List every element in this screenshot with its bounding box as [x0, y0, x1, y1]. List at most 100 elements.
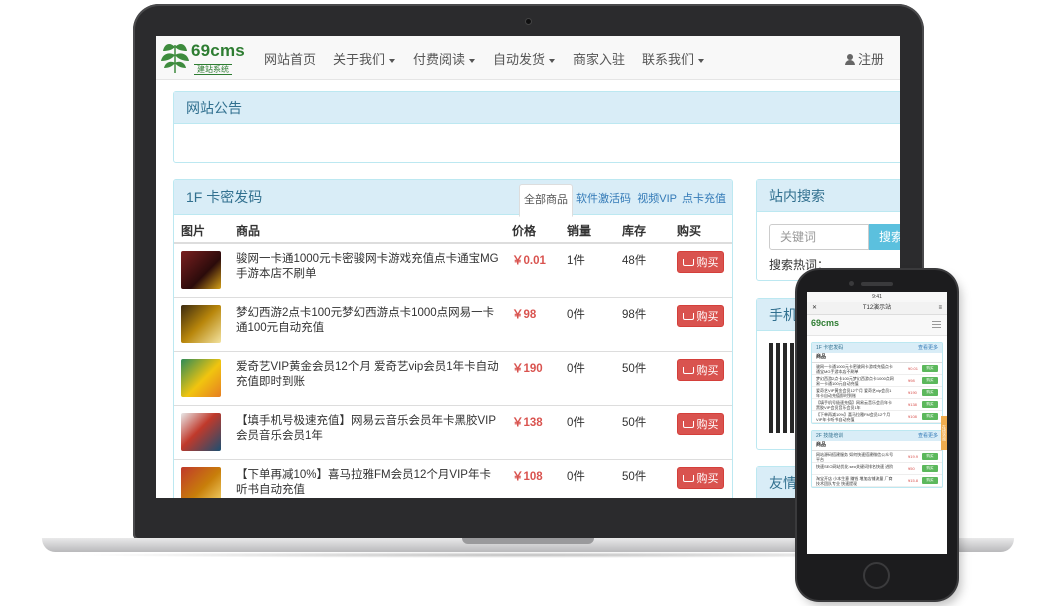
phone-row: 淘宝开店 小本生意 赚钱 增加店铺流量 厂商技术团队专业 快速提现 ¥15.8 购买	[812, 475, 942, 487]
phone-row-price: ¥138	[908, 402, 917, 407]
buy-button[interactable]: 购买	[677, 251, 724, 273]
cart-icon	[682, 313, 694, 320]
product-thumbnail[interactable]	[181, 305, 221, 343]
home-button[interactable]	[863, 562, 890, 589]
phone-row-name[interactable]: 淘宝开店 小本生意 赚钱 增加店铺流量 厂商技术团队专业 快速提现	[816, 476, 894, 486]
caret-down-icon	[469, 58, 476, 63]
search-title: 站内搜索	[757, 180, 900, 212]
phone-buy-button[interactable]: 购买	[922, 377, 938, 384]
buy-label: 购买	[696, 419, 719, 431]
phone-row-name[interactable]: 爱奇艺VIP黄金会员12个月 爱奇艺vip会员1年卡自动充值即时到账	[816, 388, 894, 398]
product-thumbnail[interactable]	[181, 251, 221, 289]
register-link[interactable]: 注册	[845, 49, 884, 68]
nav-auto-delivery[interactable]: 自动发货	[493, 49, 556, 68]
nav-contact[interactable]: 联系我们	[642, 49, 705, 68]
col-product: 商品	[236, 224, 261, 238]
phone-row-name[interactable]: 骏网一卡通1000元卡密骏网卡游戏充值点卡通宝MG手游本店不刷单	[816, 364, 894, 374]
product-sales: 0件	[567, 417, 585, 429]
more-icon[interactable]: ≡	[938, 302, 942, 314]
phone-table-header: 商品	[812, 441, 942, 451]
tab-all[interactable]: 全部商品	[519, 184, 573, 217]
caret-down-icon	[389, 58, 396, 63]
nav-merchant[interactable]: 商家入驻	[573, 49, 625, 68]
phone-row-name[interactable]: 网站源码搭建服务 如何快速搭建微信公众号平台	[816, 452, 894, 462]
nav-label: 自动发货	[493, 52, 546, 67]
buy-button[interactable]: 购买	[677, 467, 724, 489]
table-row: 【下单再减10%】喜马拉雅FM会员12个月VIP年卡听书自动充值 ￥108 0件…	[174, 460, 732, 498]
cart-icon	[682, 259, 694, 266]
product-stock: 48件	[622, 255, 647, 267]
phone-buy-button[interactable]: 购买	[922, 477, 938, 484]
goods-panel: 1F 卡密发码 全部商品 软件激活码 视频VIP 点卡充值 图片 商品 价格 销…	[173, 179, 733, 498]
product-name[interactable]: 骏网一卡通1000元卡密骏网卡游戏充值点卡通宝MG手游本店不刷单	[236, 252, 501, 282]
phone-row-price: ¥15.8	[908, 478, 919, 483]
phone-row-name[interactable]: 【下单再减10%】喜马拉雅FM会员12个月VIP年卡听书自动充值	[816, 412, 894, 422]
tab-card-recharge[interactable]: 点卡充值	[682, 184, 726, 215]
product-thumbnail[interactable]	[181, 467, 221, 498]
table-row: 梦幻西游2点卡100元梦幻西游点卡1000点网易一卡通100元自动充值 ￥98 …	[174, 298, 732, 352]
buy-button[interactable]: 购买	[677, 413, 724, 435]
phone-buy-button[interactable]: 购买	[922, 365, 938, 372]
product-name[interactable]: 爱奇艺VIP黄金会员12个月 爱奇艺vip会员1年卡自动充值即时到账	[236, 360, 501, 390]
product-name[interactable]: 【下单再减10%】喜马拉雅FM会员12个月VIP年卡听书自动充值	[236, 468, 501, 498]
leaf-logo-icon	[161, 44, 189, 73]
phone-buy-button[interactable]: 购买	[922, 413, 938, 420]
close-icon[interactable]: ✕	[812, 302, 817, 314]
phone-row-price: ¥50	[908, 466, 915, 471]
col-price: 价格	[512, 224, 537, 238]
online-consult-tab[interactable]: 在线咨询	[941, 416, 947, 450]
buy-button[interactable]: 购买	[677, 359, 724, 381]
phone-screen: 9:41 ✕ T12演示站 ≡ 69cms 1F 卡密发码 查看更多 商品 骏网…	[807, 292, 947, 554]
caret-down-icon	[549, 58, 556, 63]
product-name[interactable]: 梦幻西游2点卡100元梦幻西游点卡1000点网易一卡通100元自动充值	[236, 306, 501, 336]
more-link[interactable]: 查看更多	[918, 343, 938, 353]
tab-software[interactable]: 软件激活码	[576, 184, 631, 215]
nav-home[interactable]: 网站首页	[264, 49, 316, 68]
nav-about[interactable]: 关于我们	[333, 49, 396, 68]
search-input[interactable]: 关键词	[769, 224, 869, 250]
search-button[interactable]: 搜索	[869, 224, 900, 250]
product-name[interactable]: 【填手机号极速充值】网易云音乐会员年卡黑胶VIP会员音乐会员1年	[236, 414, 501, 444]
col-stock: 库存	[622, 224, 647, 238]
product-thumbnail[interactable]	[181, 359, 221, 397]
phone-row-name[interactable]: 【填手机号极速充值】网易云音乐会员年卡黑胶VIP会员音乐会员1年	[816, 400, 894, 410]
site-logo[interactable]: 69cms 建站系统	[160, 39, 248, 77]
product-stock: 98件	[622, 309, 647, 321]
phone-row-price: ¥98	[908, 378, 915, 383]
phone-frame: 9:41 ✕ T12演示站 ≡ 69cms 1F 卡密发码 查看更多 商品 骏网…	[797, 270, 957, 600]
phone-speaker	[861, 282, 893, 286]
product-thumbnail[interactable]	[181, 413, 221, 451]
more-link[interactable]: 查看更多	[918, 431, 938, 441]
phone-camera-icon	[849, 281, 854, 286]
col-buy: 购买	[677, 224, 702, 238]
nav-label: 商家入驻	[573, 52, 626, 67]
col-image: 图片	[181, 224, 206, 238]
product-price: ￥0.01	[512, 255, 546, 267]
phone-buy-button[interactable]: 购买	[922, 465, 938, 472]
table-row: 爱奇艺VIP黄金会员12个月 爱奇艺vip会员1年卡自动充值即时到账 ￥190 …	[174, 352, 732, 406]
phone-title-bar: ✕ T12演示站 ≡	[807, 302, 947, 315]
phone-row-name[interactable]: 梦幻西游2点卡100元梦幻西游点卡1000点网易一卡通100元自动充值	[816, 376, 894, 386]
col-sales: 销量	[567, 224, 592, 238]
phone-panel-header: 2F 技能培训 查看更多	[812, 431, 942, 441]
nav-label: 关于我们	[333, 52, 386, 67]
cart-icon	[682, 475, 694, 482]
nav-label: 网站首页	[264, 52, 317, 67]
buy-button[interactable]: 购买	[677, 305, 724, 327]
nav-paid-reading[interactable]: 付费阅读	[413, 49, 476, 68]
phone-buy-button[interactable]: 购买	[922, 389, 938, 396]
tab-video-vip[interactable]: 视频VIP	[637, 184, 677, 215]
product-stock: 50件	[622, 363, 647, 375]
phone-panel-title: 2F 技能培训	[816, 433, 844, 439]
phone-goods-panel: 1F 卡密发码 查看更多 商品 骏网一卡通1000元卡密骏网卡游戏充值点卡通宝M…	[811, 342, 943, 424]
phone-buy-button[interactable]: 购买	[922, 453, 938, 460]
phone-row: 【下单再减10%】喜马拉雅FM会员12个月VIP年卡听书自动充值 ¥108 购买	[812, 411, 942, 423]
phone-buy-button[interactable]: 购买	[922, 401, 938, 408]
notice-panel: 网站公告	[173, 91, 900, 163]
goods-header: 1F 卡密发码 全部商品 软件激活码 视频VIP 点卡充值	[174, 180, 732, 217]
laptop-screen: 69cms 建站系统 网站首页 关于我们 付费阅读 自动发货 商家入驻 联系我们…	[156, 36, 900, 498]
phone-row-name[interactable]: 快速SEO网站优化 seo关键词排名快速 进阶	[816, 464, 894, 474]
phone-row: 网站源码搭建服务 如何快速搭建微信公众号平台 ¥19.9 购买	[812, 451, 942, 463]
phone-logo[interactable]: 69cms	[811, 318, 839, 328]
hamburger-icon[interactable]	[932, 321, 941, 328]
